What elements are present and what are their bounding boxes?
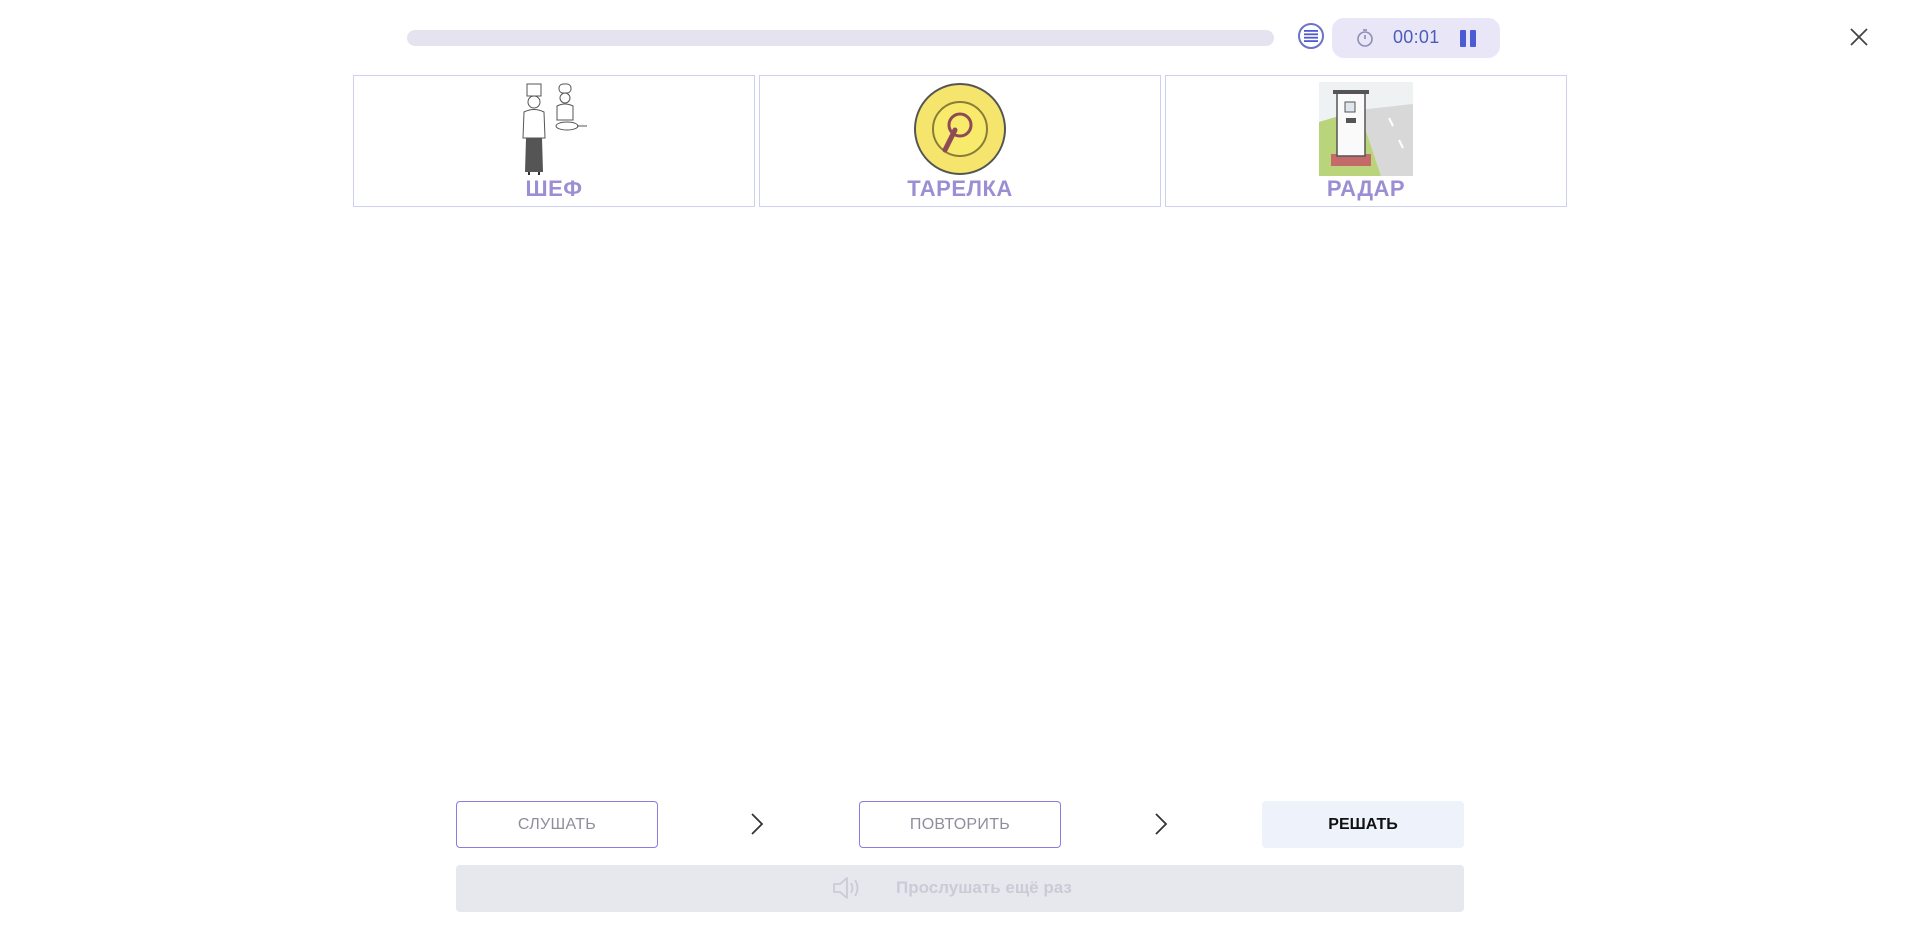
listen-again-button[interactable]: Прослушать ещё раз bbox=[456, 865, 1464, 912]
listen-again-label: Прослушать ещё раз bbox=[896, 878, 1072, 897]
card-plate[interactable]: ТАРЕЛКА bbox=[759, 75, 1161, 207]
list-button[interactable] bbox=[1298, 23, 1324, 49]
chevron-right-icon bbox=[751, 813, 764, 835]
speaker-icon bbox=[833, 877, 859, 899]
list-icon bbox=[1304, 30, 1318, 42]
card-label-radar: РАДАР bbox=[1326, 176, 1406, 201]
card-label-plate: ТАРЕЛКА bbox=[907, 176, 1013, 201]
radar-icon bbox=[1319, 82, 1413, 176]
chef-icon bbox=[522, 83, 587, 175]
progress-bar bbox=[407, 30, 1274, 46]
timer: 00:01 bbox=[1332, 18, 1500, 58]
card-radar[interactable]: РАДАР bbox=[1165, 75, 1567, 207]
close-icon bbox=[1850, 28, 1868, 46]
stopwatch-icon bbox=[1357, 29, 1373, 47]
solve-button[interactable]: РЕШАТЬ bbox=[1262, 801, 1464, 848]
pause-icon[interactable] bbox=[1460, 30, 1478, 47]
close-button[interactable] bbox=[1848, 26, 1870, 48]
card-chef[interactable]: ШЕФ bbox=[353, 75, 755, 207]
card-label-chef: ШЕФ bbox=[525, 176, 583, 201]
chevron-right-icon bbox=[1155, 813, 1168, 835]
timer-value: 00:01 bbox=[1393, 27, 1440, 47]
listen-button[interactable]: СЛУШАТЬ bbox=[456, 801, 658, 848]
repeat-button[interactable]: ПОВТОРИТЬ bbox=[859, 801, 1061, 848]
plate-icon bbox=[914, 83, 1006, 175]
